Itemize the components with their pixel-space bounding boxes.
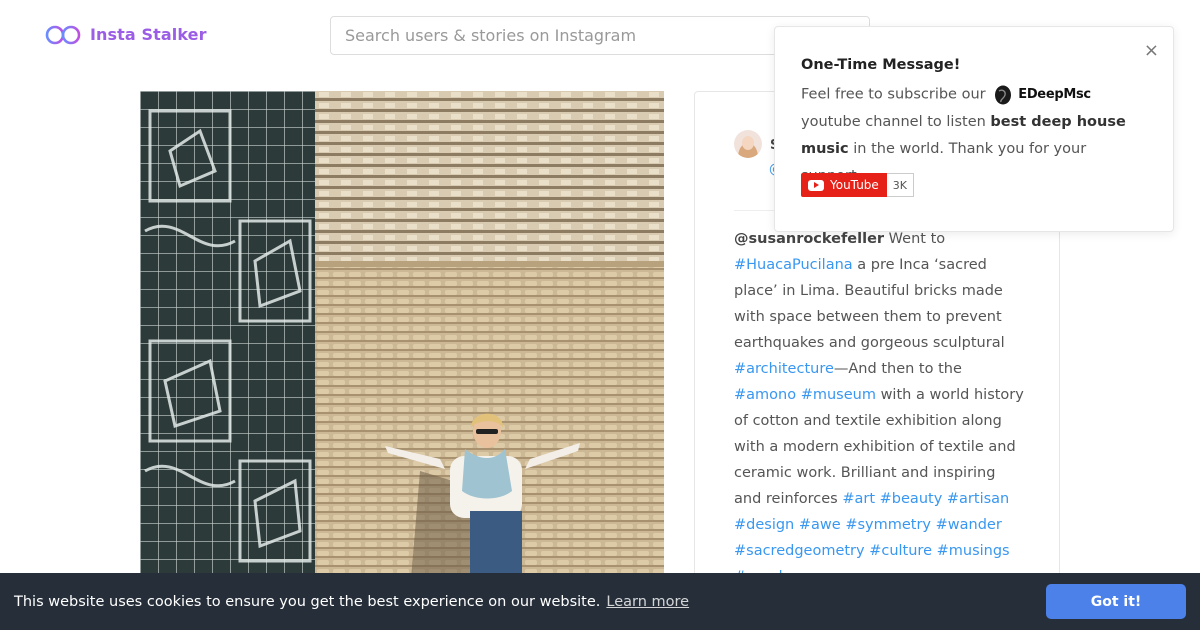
caption-mention-link[interactable]: @susanrockefeller bbox=[734, 231, 884, 247]
caption-text: Went to bbox=[884, 231, 946, 247]
youtube-play-icon bbox=[808, 179, 824, 191]
hashtag-link[interactable]: #sacredgeometry bbox=[734, 543, 865, 559]
hashtag-link[interactable]: #awe bbox=[799, 517, 841, 533]
hashtag-link[interactable]: #amono bbox=[734, 387, 796, 403]
youtube-subscribe-widget: YouTube 3K bbox=[801, 173, 915, 197]
hashtag-link[interactable]: #musings bbox=[937, 543, 1010, 559]
brand-logo-icon bbox=[995, 85, 1012, 104]
subscriber-count: 3K bbox=[886, 173, 915, 197]
hashtag-link[interactable]: #design bbox=[734, 517, 794, 533]
post-photo-image bbox=[140, 91, 664, 591]
hashtag-link[interactable]: #artisan bbox=[947, 491, 1009, 507]
channel-brand[interactable]: EDeepMsc bbox=[994, 81, 1091, 108]
learn-more-link[interactable]: Learn more bbox=[606, 594, 689, 610]
one-time-message-popup: × One-Time Message! Feel free to subscri… bbox=[774, 26, 1174, 232]
youtube-subscribe-button[interactable]: YouTube bbox=[801, 173, 887, 197]
hashtag-link[interactable]: #wander bbox=[936, 517, 1002, 533]
caption-text: with a world history of cotton and texti… bbox=[734, 387, 1024, 507]
close-icon[interactable]: × bbox=[1144, 42, 1159, 60]
youtube-label: YouTube bbox=[830, 178, 879, 192]
hashtag-link[interactable]: #museum bbox=[801, 387, 876, 403]
site-logo[interactable]: Insta Stalker bbox=[44, 22, 207, 46]
post-caption: @susanrockefeller Went to #HuacaPucilana… bbox=[734, 226, 1024, 590]
channel-name: EDeepMsc bbox=[1018, 87, 1091, 102]
popup-text: youtube channel to listen bbox=[801, 113, 986, 130]
hashtag-link[interactable]: #beauty bbox=[880, 491, 943, 507]
avatar-image bbox=[734, 130, 762, 158]
hashtag-link[interactable]: #symmetry bbox=[845, 517, 931, 533]
hashtag-link[interactable]: #culture bbox=[869, 543, 932, 559]
hashtag-link[interactable]: #HuacaPucilana bbox=[734, 257, 853, 273]
cookie-banner: This website uses cookies to ensure you … bbox=[0, 573, 1200, 630]
post-photo[interactable] bbox=[140, 91, 664, 591]
caption-text: —And then to the bbox=[833, 361, 962, 377]
logo-text: Insta Stalker bbox=[90, 24, 207, 44]
popup-text: Feel free to subscribe our bbox=[801, 86, 986, 103]
got-it-button[interactable]: Got it! bbox=[1046, 584, 1186, 619]
hashtag-link[interactable]: #art bbox=[842, 491, 875, 507]
popup-title: One-Time Message! bbox=[801, 57, 961, 73]
avatar[interactable] bbox=[734, 130, 762, 158]
cookie-message: This website uses cookies to ensure you … bbox=[14, 593, 601, 610]
infinity-logo-icon bbox=[45, 25, 81, 45]
post-author[interactable]: S bbox=[734, 130, 779, 158]
hashtag-link[interactable]: #architecture bbox=[734, 361, 834, 377]
